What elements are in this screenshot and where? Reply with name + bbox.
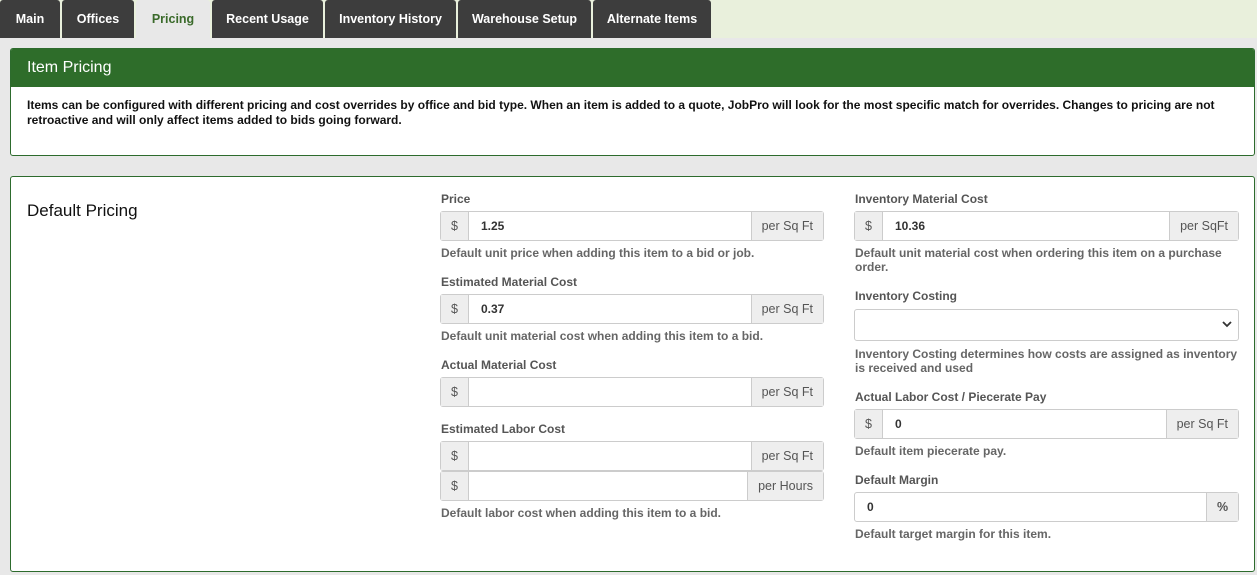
inv-costing-label: Inventory Costing — [855, 289, 958, 303]
price-label: Price — [441, 192, 471, 206]
labor-pay-input[interactable] — [883, 410, 1166, 438]
margin-help: Default target margin for this item. — [855, 527, 1052, 541]
unit-suffix: per Sq Ft — [750, 442, 823, 470]
dollar-prefix: $ — [441, 212, 469, 240]
tab-bar: Main Offices Pricing Recent Usage Invent… — [0, 0, 1257, 38]
dollar-prefix: $ — [855, 212, 883, 240]
est-material-label: Estimated Material Cost — [441, 275, 578, 289]
est-labor-sqft-input-group: $ per Sq Ft — [440, 441, 824, 471]
inv-material-input-group: $ per SqFt — [854, 211, 1239, 241]
act-material-label: Actual Material Cost — [441, 358, 557, 372]
est-labor-label: Estimated Labor Cost — [441, 422, 566, 436]
tab-label: Inventory History — [339, 12, 442, 26]
dollar-prefix: $ — [441, 472, 469, 500]
margin-input-group: % — [854, 492, 1239, 522]
dollar-prefix: $ — [441, 295, 469, 323]
tab-alternate-items[interactable]: Alternate Items — [593, 0, 711, 38]
dollar-prefix: $ — [441, 442, 469, 470]
act-material-input-group: $ per Sq Ft — [440, 377, 824, 407]
est-labor-hours-input[interactable] — [469, 472, 748, 500]
unit-suffix: per Sq Ft — [1165, 410, 1238, 438]
inv-material-input[interactable] — [883, 212, 1170, 240]
dollar-prefix: $ — [855, 410, 883, 438]
labor-pay-input-group: $ per Sq Ft — [854, 409, 1239, 439]
price-input[interactable] — [469, 212, 751, 240]
tab-pricing[interactable]: Pricing — [136, 0, 210, 38]
price-help: Default unit price when adding this item… — [441, 246, 755, 260]
est-labor-help: Default labor cost when adding this item… — [441, 506, 722, 520]
inv-costing-select[interactable] — [854, 309, 1239, 341]
est-material-input[interactable] — [469, 295, 751, 323]
percent-suffix: % — [1206, 493, 1238, 521]
margin-input[interactable] — [855, 493, 1206, 521]
tab-label: Pricing — [151, 12, 195, 26]
labor-pay-help: Default item piecerate pay. — [855, 444, 1007, 458]
tab-label: Main — [15, 12, 45, 26]
unit-suffix: per Hours — [747, 472, 823, 500]
labor-pay-label: Actual Labor Cost / Piecerate Pay — [855, 390, 1047, 404]
tab-main[interactable]: Main — [0, 0, 60, 38]
est-material-help: Default unit material cost when adding t… — [441, 329, 764, 343]
act-material-input[interactable] — [469, 378, 751, 406]
panel-title: Item Pricing — [27, 59, 112, 76]
unit-suffix: per Sq Ft — [750, 212, 823, 240]
est-material-input-group: $ per Sq Ft — [440, 294, 824, 324]
unit-suffix: per Sq Ft — [750, 378, 823, 406]
tab-offices[interactable]: Offices — [62, 0, 134, 38]
inv-material-help: Default unit material cost when ordering… — [855, 246, 1222, 274]
margin-label: Default Margin — [855, 473, 939, 487]
est-labor-sqft-input[interactable] — [469, 442, 751, 470]
item-pricing-panel: Item Pricing Items can be configured wit… — [10, 48, 1255, 156]
chevron-down-icon — [1222, 321, 1232, 328]
tab-label: Warehouse Setup — [471, 12, 578, 26]
tab-recent-usage[interactable]: Recent Usage — [212, 0, 323, 38]
tab-label: Alternate Items — [606, 12, 698, 26]
section-title: Default Pricing — [27, 201, 138, 220]
item-pricing-header: Item Pricing — [11, 49, 1254, 87]
price-input-group: $ per Sq Ft — [440, 211, 824, 241]
est-labor-hours-input-group: $ per Hours — [440, 471, 824, 501]
tab-label: Offices — [76, 12, 120, 26]
dollar-prefix: $ — [441, 378, 469, 406]
inv-costing-help: Inventory Costing determines how costs a… — [855, 347, 1238, 375]
tab-inventory-history[interactable]: Inventory History — [325, 0, 456, 38]
tab-label: Recent Usage — [226, 12, 309, 26]
unit-suffix: per Sq Ft — [750, 295, 823, 323]
unit-suffix: per SqFt — [1169, 212, 1238, 240]
inv-material-label: Inventory Material Cost — [855, 192, 988, 206]
tab-warehouse-setup[interactable]: Warehouse Setup — [458, 0, 591, 38]
item-pricing-description: Items can be configured with different p… — [27, 98, 1215, 127]
